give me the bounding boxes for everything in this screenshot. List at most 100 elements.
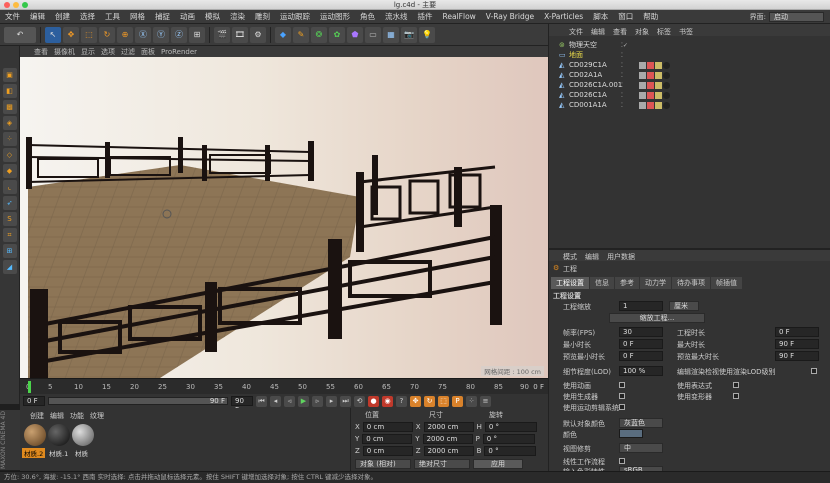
position-key-icon[interactable]: ✥ — [410, 395, 421, 407]
scale-icon[interactable]: ⬚ — [81, 26, 97, 43]
scene-icon[interactable]: ▭ — [365, 26, 381, 43]
scale-project-button[interactable]: 缩放工程... — [609, 313, 705, 323]
menu-edit[interactable]: 编辑 — [25, 11, 50, 22]
linear-workflow-checkbox[interactable] — [619, 458, 625, 464]
obj-menu-edit[interactable]: 编辑 — [591, 27, 605, 36]
rotation-key-icon[interactable]: ↻ — [424, 395, 435, 407]
cube-icon[interactable]: ◆ — [275, 26, 291, 43]
view-menu-display[interactable]: 显示 — [81, 47, 95, 57]
view-menu-view[interactable]: 查看 — [34, 47, 48, 57]
render-picture-viewer-icon[interactable]: 🎞 — [232, 26, 248, 43]
object-row[interactable]: ◭ CD029C1A ⁚ — [549, 60, 830, 70]
object-row[interactable]: ◭ CD02A1A ⁚ — [549, 70, 830, 80]
select-arrow-icon[interactable]: ↖ — [45, 26, 61, 43]
use-expressions-checkbox[interactable] — [733, 382, 739, 388]
material-tag-icon[interactable] — [663, 71, 670, 79]
color-swatch[interactable] — [619, 429, 643, 438]
tag-icon[interactable] — [647, 91, 654, 99]
3d-viewport[interactable]: 网格间距 : 100 cm — [20, 57, 548, 378]
menu-vray[interactable]: V-Ray Bridge — [481, 12, 539, 21]
menu-help[interactable]: 帮助 — [638, 11, 663, 22]
visibility-dots[interactable]: ⁚✓ — [621, 42, 628, 49]
material-swatch[interactable] — [24, 424, 46, 446]
render-view-icon[interactable]: 🎬 — [214, 26, 230, 43]
menu-sculpt[interactable]: 雕刻 — [250, 11, 275, 22]
parameter-key-icon[interactable]: P — [452, 395, 463, 407]
default-color-dropdown[interactable]: 灰蓝色 — [619, 418, 663, 428]
deformer-icon[interactable]: ⬟ — [347, 26, 363, 43]
size-x-field[interactable]: 2000 cm — [423, 422, 474, 432]
go-to-start-icon[interactable]: ⏮ — [256, 395, 267, 407]
point-level-icon[interactable]: ⁘ — [466, 395, 477, 407]
menu-pipeline[interactable]: 流水线 — [380, 11, 413, 22]
use-animation-checkbox[interactable] — [619, 382, 625, 388]
light-icon[interactable]: 💡 — [419, 26, 435, 43]
tag-icon[interactable] — [647, 81, 654, 89]
tag-icon[interactable] — [647, 101, 654, 109]
object-row[interactable]: ◭ CD026C1A.001 ⁚ — [549, 80, 830, 90]
rotation-b-field[interactable]: 0 ° — [484, 446, 537, 456]
loop-icon[interactable]: ⟲ — [354, 395, 365, 407]
obj-menu-objects[interactable]: 对象 — [635, 27, 649, 36]
tab-info[interactable]: 信息 — [590, 277, 614, 289]
mat-menu-create[interactable]: 创建 — [30, 411, 44, 421]
y-axis-icon[interactable]: Ⓨ — [153, 26, 169, 43]
menu-simulate[interactable]: 模拟 — [200, 11, 225, 22]
snap-icon[interactable]: S — [2, 212, 17, 226]
workplane-icon[interactable]: ◈ — [2, 116, 17, 130]
attr-menu-edit[interactable]: 编辑 — [585, 252, 599, 261]
axis-mode-icon[interactable]: ⌞ — [2, 180, 17, 194]
undo-redo-icon[interactable]: ↶ — [4, 26, 36, 43]
maximize-window-button[interactable] — [22, 2, 28, 8]
tag-icon[interactable] — [655, 91, 662, 99]
edges-mode-icon[interactable]: ◇ — [2, 148, 17, 162]
minimize-window-button[interactable] — [13, 2, 19, 8]
menu-mesh[interactable]: 网格 — [125, 11, 150, 22]
make-editable-icon[interactable]: ▣ — [2, 68, 17, 82]
menu-create[interactable]: 创建 — [50, 11, 75, 22]
tweak-mode-icon[interactable]: ➶ — [2, 196, 17, 210]
menu-window[interactable]: 窗口 — [613, 11, 638, 22]
max-time-field[interactable]: 90 F — [775, 339, 819, 349]
menu-realflow[interactable]: RealFlow — [438, 12, 481, 21]
menu-xparticles[interactable]: X-Particles — [539, 12, 588, 21]
position-x-field[interactable]: 0 cm — [362, 422, 413, 432]
apply-button[interactable]: 应用 — [473, 459, 523, 469]
move-icon[interactable]: ✥ — [63, 26, 79, 43]
texture-mode-icon[interactable]: ▩ — [2, 100, 17, 114]
key-selection-icon[interactable]: ? — [396, 395, 407, 407]
next-key-icon[interactable]: ▸ — [326, 395, 337, 407]
material-tag-icon[interactable] — [663, 81, 670, 89]
position-y-field[interactable]: 0 cm — [362, 434, 413, 444]
view-menu-options[interactable]: 选项 — [101, 47, 115, 57]
lock-workplane-icon[interactable]: ⌗ — [2, 228, 17, 242]
rotation-h-field[interactable]: 0 ° — [484, 422, 537, 432]
scale-unit-dropdown[interactable]: 厘米 — [669, 301, 699, 311]
tag-icon[interactable] — [639, 61, 646, 69]
menu-file[interactable]: 文件 — [0, 11, 25, 22]
object-row[interactable]: ⊚ 物理天空 ⁚✓ — [549, 40, 830, 50]
material-tag-icon[interactable] — [663, 61, 670, 69]
tab-key-interpolation[interactable]: 帧插值 — [711, 277, 742, 289]
tag-icon[interactable] — [655, 81, 662, 89]
view-menu-prorender[interactable]: ProRender — [161, 48, 197, 56]
object-row[interactable]: ◭ CD001A1A ⁚ — [549, 100, 830, 110]
size-z-field[interactable]: 2000 cm — [423, 446, 474, 456]
next-frame-icon[interactable]: ▹ — [312, 395, 323, 407]
object-row[interactable]: ▭ 地面 ⁚ — [549, 50, 830, 60]
position-z-field[interactable]: 0 cm — [362, 446, 413, 456]
cloner-icon[interactable]: ✿ — [329, 26, 345, 43]
mat-menu-function[interactable]: 功能 — [70, 411, 84, 421]
pen-icon[interactable]: ✎ — [293, 26, 309, 43]
record-keys-icon[interactable]: ● — [368, 395, 379, 407]
close-window-button[interactable] — [4, 2, 10, 8]
preview-max-field[interactable]: 90 F — [775, 351, 819, 361]
view-menu-filter[interactable]: 过滤 — [121, 47, 135, 57]
tag-icon[interactable] — [647, 71, 654, 79]
view-menu-cameras[interactable]: 摄像机 — [54, 47, 75, 57]
size-mode-dropdown[interactable]: 绝对尺寸 — [414, 459, 470, 469]
subdivision-icon[interactable]: ❂ — [311, 26, 327, 43]
z-axis-icon[interactable]: Ⓩ — [171, 26, 187, 43]
material-swatch[interactable] — [48, 424, 70, 446]
coordinate-system-icon[interactable]: ⊞ — [189, 26, 205, 43]
